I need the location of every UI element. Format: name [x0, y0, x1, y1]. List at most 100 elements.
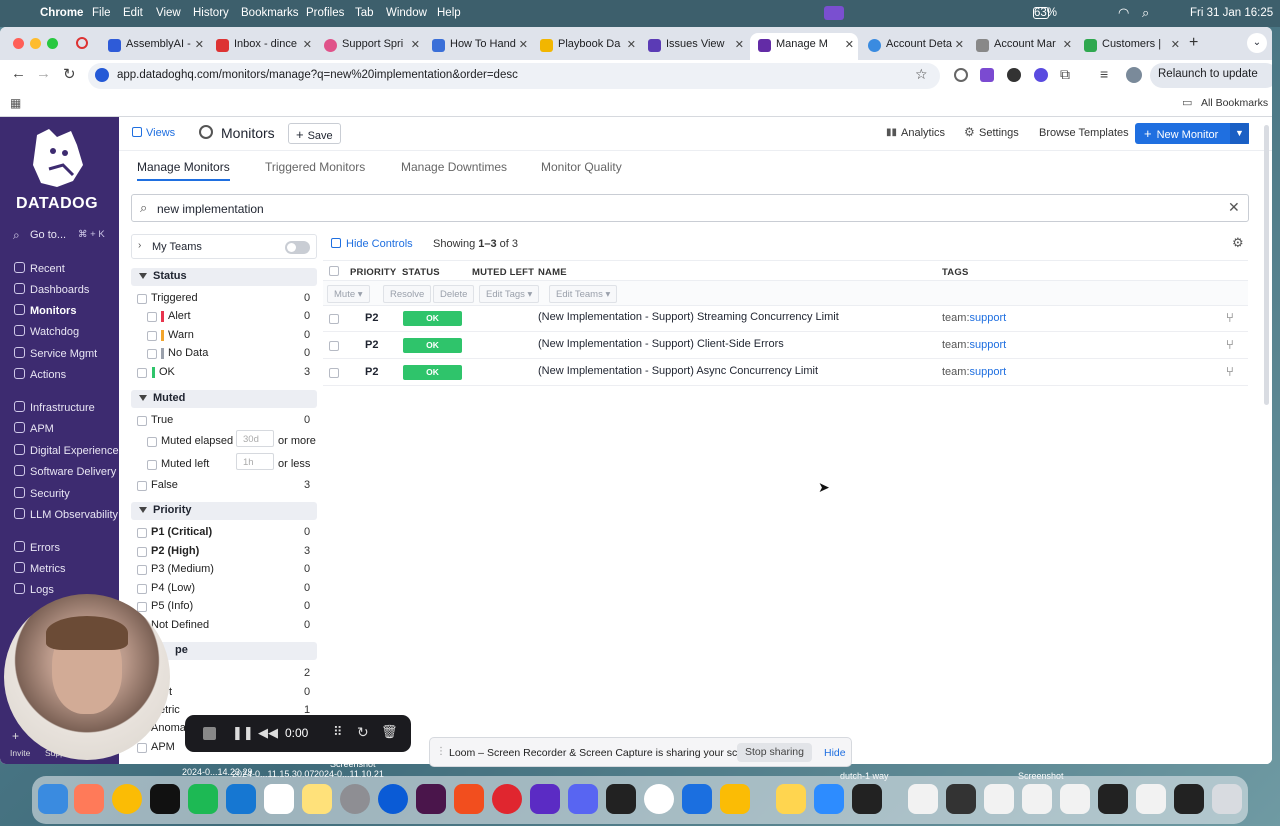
facet-p2[interactable]: P2 (High) — [151, 545, 199, 557]
extensions-puzzle-icon[interactable]: ⧉ — [1060, 66, 1070, 83]
close-tab-icon[interactable]: ✕ — [411, 38, 420, 51]
row-checkbox[interactable] — [329, 314, 339, 324]
facet-no-data[interactable]: No Data — [168, 347, 208, 359]
obsidian-icon[interactable] — [530, 784, 560, 814]
vscode-icon[interactable] — [226, 784, 256, 814]
tag-chip[interactable]: team:support — [942, 312, 1006, 324]
checkbox[interactable] — [137, 565, 147, 575]
recent-document-icon[interactable] — [984, 784, 1014, 814]
close-tab-icon[interactable]: ✕ — [1171, 38, 1180, 51]
views-button[interactable]: Views — [146, 127, 175, 139]
recent-document-icon[interactable] — [1098, 784, 1128, 814]
checkbox[interactable] — [137, 602, 147, 612]
omnibox[interactable]: app.datadoghq.com/monitors/manage?q=new%… — [88, 63, 940, 89]
spotlight-icon[interactable]: ⌕ — [1142, 5, 1149, 21]
delete-button[interactable]: Delete — [433, 285, 475, 303]
tab-account-details[interactable]: Account Deta ✕ — [860, 33, 968, 60]
launchpad-icon[interactable] — [74, 784, 104, 814]
trash-icon[interactable]: 🗑 — [381, 724, 398, 740]
bookmark-star-icon[interactable]: ☆ — [915, 66, 928, 83]
notes-icon[interactable] — [302, 784, 332, 814]
header-muted-left[interactable]: MUTED LEFT — [472, 267, 534, 278]
facet-status-header[interactable]: Status — [131, 268, 317, 286]
tab-monitor-quality[interactable]: Monitor Quality — [541, 160, 622, 174]
tab-inbox[interactable]: Inbox - dince ✕ — [208, 33, 316, 60]
nav-monitors[interactable]: Monitors — [14, 304, 76, 317]
datadog-logo-icon[interactable] — [27, 125, 89, 191]
rewind-icon[interactable]: ◀◀ — [258, 725, 278, 741]
nav-errors[interactable]: Errors — [14, 541, 60, 554]
tab-how-to-handle[interactable]: How To Hand ✕ — [424, 33, 532, 60]
facet-priority-header[interactable]: Priority — [131, 502, 317, 520]
terminal-icon[interactable] — [606, 784, 636, 814]
table-row[interactable]: P2 OK (New Implementation - Support) Cli… — [323, 333, 1248, 359]
profile-avatar[interactable] — [1126, 67, 1142, 83]
facet-p5[interactable]: P5 (Info) — [151, 600, 193, 612]
checkbox[interactable] — [147, 331, 157, 341]
recent-document-icon[interactable] — [1022, 784, 1052, 814]
facet-type-row[interactable]: Anoma — [151, 722, 186, 734]
recording-tab-icon[interactable] — [76, 37, 88, 49]
new-monitor-dropdown[interactable]: ▼ — [1230, 123, 1249, 144]
wifi-icon[interactable]: ◠ — [1118, 5, 1129, 21]
close-tab-icon[interactable]: ✕ — [627, 38, 636, 51]
calendar-icon[interactable] — [264, 784, 294, 814]
facet-triggered[interactable]: Triggered — [151, 292, 198, 304]
checkbox[interactable] — [137, 528, 147, 538]
scrollbar[interactable] — [1264, 125, 1269, 405]
my-teams-toggle[interactable] — [285, 241, 310, 254]
system-settings-icon[interactable] — [340, 784, 370, 814]
menubar-clock[interactable]: Fri 31 Jan 16:25 — [1190, 7, 1273, 19]
close-tab-icon[interactable]: ✕ — [1063, 38, 1072, 51]
invite-link[interactable]: Invite — [10, 748, 30, 758]
tab-manage-monitors[interactable]: Manage M ✕ — [750, 33, 858, 60]
facet-p1[interactable]: P1 (Critical) — [151, 526, 212, 538]
search-input[interactable]: new implementation — [157, 202, 264, 216]
extension-icon[interactable] — [1034, 68, 1048, 82]
extension-icon[interactable] — [980, 68, 994, 82]
stickies-icon[interactable] — [776, 784, 806, 814]
window-close-button[interactable] — [13, 38, 24, 49]
monitor-name-link[interactable]: (New Implementation - Support) Async Con… — [538, 365, 818, 377]
figma-icon[interactable] — [454, 784, 484, 814]
app-grid-icon[interactable] — [852, 784, 882, 814]
close-tab-icon[interactable]: ✕ — [735, 38, 744, 51]
tab-account-manager[interactable]: Account Mar ✕ — [968, 33, 1076, 60]
header-priority[interactable]: PRIORITY — [350, 267, 396, 278]
tag-chip[interactable]: team:support — [942, 339, 1006, 351]
checkbox[interactable] — [137, 584, 147, 594]
youtube-music-icon[interactable] — [492, 784, 522, 814]
hide-banner-button[interactable]: Hide — [824, 747, 846, 759]
clear-search-icon[interactable]: ✕ — [1228, 199, 1240, 216]
monitor-graph-icon[interactable]: ⑂ — [1226, 364, 1234, 379]
monitor-name-link[interactable]: (New Implementation - Support) Client-Si… — [538, 338, 784, 350]
1password-icon[interactable] — [378, 784, 408, 814]
recent-document-icon[interactable] — [908, 784, 938, 814]
invite-user-icon[interactable]: + — [12, 729, 19, 743]
nav-software-delivery[interactable]: Software Delivery — [14, 465, 116, 478]
menu-help[interactable]: Help — [437, 7, 461, 19]
stop-sharing-button[interactable]: Stop sharing — [737, 743, 812, 762]
app-icon[interactable] — [682, 784, 712, 814]
close-tab-icon[interactable]: ✕ — [845, 38, 854, 51]
nav-security[interactable]: Security — [14, 487, 70, 500]
header-status[interactable]: STATUS — [402, 267, 440, 278]
menu-edit[interactable]: Edit — [123, 7, 143, 19]
menu-history[interactable]: History — [193, 7, 229, 19]
stop-recording-icon[interactable] — [203, 727, 216, 740]
edit-teams-button[interactable]: Edit Teams ▾ — [549, 285, 618, 303]
menu-view[interactable]: View — [156, 7, 181, 19]
checkbox[interactable] — [137, 368, 147, 378]
recent-document-icon[interactable] — [1136, 784, 1166, 814]
apps-grid-icon[interactable]: ▦ — [10, 96, 21, 110]
checkbox[interactable] — [137, 416, 147, 426]
menu-file[interactable]: File — [92, 7, 111, 19]
facet-type-row[interactable]: APM — [151, 741, 175, 753]
recent-document-icon[interactable] — [1060, 784, 1090, 814]
desktop-file-label[interactable]: Screenshot — [330, 759, 376, 769]
slack-icon[interactable] — [416, 784, 446, 814]
site-info-icon[interactable] — [95, 68, 109, 82]
google-drive-icon[interactable] — [720, 784, 750, 814]
monitor-name-link[interactable]: (New Implementation - Support) Streaming… — [538, 311, 839, 323]
drag-handle-icon[interactable]: ⠿ — [333, 724, 343, 740]
